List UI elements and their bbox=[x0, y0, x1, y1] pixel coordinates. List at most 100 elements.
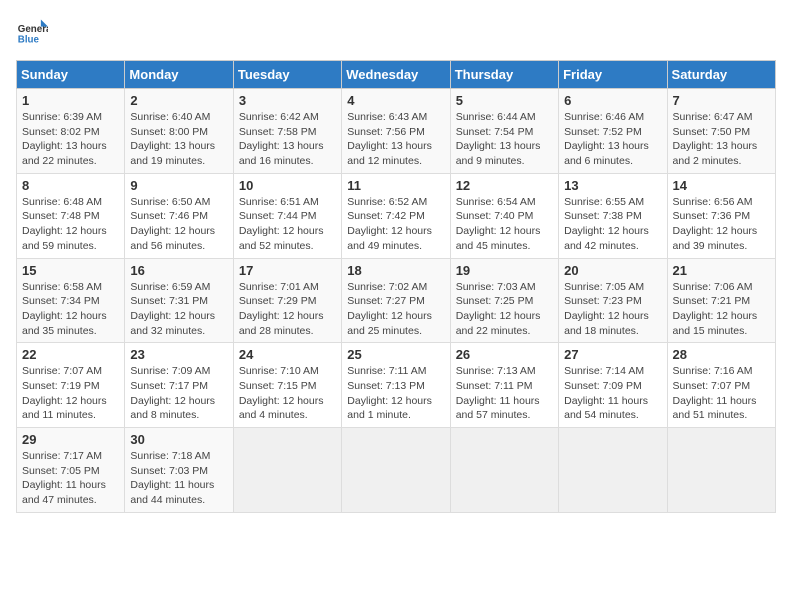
day-info: Sunrise: 7:13 AM Sunset: 7:11 PM Dayligh… bbox=[456, 364, 553, 423]
day-number: 17 bbox=[239, 263, 336, 278]
calendar-cell: 28 Sunrise: 7:16 AM Sunset: 7:07 PM Dayli… bbox=[667, 343, 775, 428]
day-number: 10 bbox=[239, 178, 336, 193]
calendar-cell: 16Sunrise: 6:59 AM Sunset: 7:31 PM Dayli… bbox=[125, 258, 233, 343]
day-number: 12 bbox=[456, 178, 553, 193]
calendar-cell: 12 Sunrise: 6:54 AM Sunset: 7:40 PM Dayli… bbox=[450, 173, 558, 258]
day-number: 23 bbox=[130, 347, 227, 362]
calendar-cell: 17 Sunrise: 7:01 AM Sunset: 7:29 PM Dayli… bbox=[233, 258, 341, 343]
day-number: 26 bbox=[456, 347, 553, 362]
calendar-week-5: 29Sunrise: 7:17 AM Sunset: 7:05 PM Dayli… bbox=[17, 428, 776, 513]
day-number: 27 bbox=[564, 347, 661, 362]
calendar-cell: 6Sunrise: 6:46 AM Sunset: 7:52 PM Daylig… bbox=[559, 89, 667, 174]
day-number: 15 bbox=[22, 263, 119, 278]
calendar-cell: 10 Sunrise: 6:51 AM Sunset: 7:44 PM Dayli… bbox=[233, 173, 341, 258]
day-info: Sunrise: 7:05 AM Sunset: 7:23 PM Dayligh… bbox=[564, 280, 661, 339]
calendar-cell: 13Sunrise: 6:55 AM Sunset: 7:38 PM Dayli… bbox=[559, 173, 667, 258]
calendar-cell: 4 Sunrise: 6:43 AM Sunset: 7:56 PM Daylig… bbox=[342, 89, 450, 174]
day-info: Sunrise: 7:06 AM Sunset: 7:21 PM Dayligh… bbox=[673, 280, 770, 339]
day-info: Sunrise: 6:52 AM Sunset: 7:42 PM Dayligh… bbox=[347, 195, 444, 254]
day-info: Sunrise: 7:07 AM Sunset: 7:19 PM Dayligh… bbox=[22, 364, 119, 423]
logo: General Blue bbox=[16, 16, 48, 48]
day-info: Sunrise: 6:58 AM Sunset: 7:34 PM Dayligh… bbox=[22, 280, 119, 339]
day-number: 30 bbox=[130, 432, 227, 447]
calendar-cell: 14Sunrise: 6:56 AM Sunset: 7:36 PM Dayli… bbox=[667, 173, 775, 258]
day-info: Sunrise: 6:54 AM Sunset: 7:40 PM Dayligh… bbox=[456, 195, 553, 254]
weekday-header-thursday: Thursday bbox=[450, 61, 558, 89]
day-info: Sunrise: 6:43 AM Sunset: 7:56 PM Dayligh… bbox=[347, 110, 444, 169]
day-info: Sunrise: 7:09 AM Sunset: 7:17 PM Dayligh… bbox=[130, 364, 227, 423]
weekday-header-sunday: Sunday bbox=[17, 61, 125, 89]
day-info: Sunrise: 7:17 AM Sunset: 7:05 PM Dayligh… bbox=[22, 449, 119, 508]
weekday-header-tuesday: Tuesday bbox=[233, 61, 341, 89]
day-info: Sunrise: 6:44 AM Sunset: 7:54 PM Dayligh… bbox=[456, 110, 553, 169]
day-info: Sunrise: 7:03 AM Sunset: 7:25 PM Dayligh… bbox=[456, 280, 553, 339]
day-info: Sunrise: 6:51 AM Sunset: 7:44 PM Dayligh… bbox=[239, 195, 336, 254]
weekday-header-wednesday: Wednesday bbox=[342, 61, 450, 89]
day-info: Sunrise: 7:02 AM Sunset: 7:27 PM Dayligh… bbox=[347, 280, 444, 339]
day-number: 22 bbox=[22, 347, 119, 362]
day-info: Sunrise: 6:46 AM Sunset: 7:52 PM Dayligh… bbox=[564, 110, 661, 169]
day-info: Sunrise: 6:48 AM Sunset: 7:48 PM Dayligh… bbox=[22, 195, 119, 254]
calendar-cell: 9 Sunrise: 6:50 AM Sunset: 7:46 PM Daylig… bbox=[125, 173, 233, 258]
day-info: Sunrise: 6:47 AM Sunset: 7:50 PM Dayligh… bbox=[673, 110, 770, 169]
calendar-cell: 21 Sunrise: 7:06 AM Sunset: 7:21 PM Dayli… bbox=[667, 258, 775, 343]
calendar-week-1: 1 Sunrise: 6:39 AM Sunset: 8:02 PM Daylig… bbox=[17, 89, 776, 174]
weekday-header-friday: Friday bbox=[559, 61, 667, 89]
day-number: 3 bbox=[239, 93, 336, 108]
day-number: 21 bbox=[673, 263, 770, 278]
calendar-cell: 30 Sunrise: 7:18 AM Sunset: 7:03 PM Dayli… bbox=[125, 428, 233, 513]
day-info: Sunrise: 6:40 AM Sunset: 8:00 PM Dayligh… bbox=[130, 110, 227, 169]
day-number: 24 bbox=[239, 347, 336, 362]
calendar-cell bbox=[450, 428, 558, 513]
day-info: Sunrise: 7:16 AM Sunset: 7:07 PM Dayligh… bbox=[673, 364, 770, 423]
calendar-cell: 27 Sunrise: 7:14 AM Sunset: 7:09 PM Dayli… bbox=[559, 343, 667, 428]
day-number: 4 bbox=[347, 93, 444, 108]
day-info: Sunrise: 6:39 AM Sunset: 8:02 PM Dayligh… bbox=[22, 110, 119, 169]
day-number: 2 bbox=[130, 93, 227, 108]
day-info: Sunrise: 7:14 AM Sunset: 7:09 PM Dayligh… bbox=[564, 364, 661, 423]
calendar-cell: 11 Sunrise: 6:52 AM Sunset: 7:42 PM Dayli… bbox=[342, 173, 450, 258]
calendar-cell: 29Sunrise: 7:17 AM Sunset: 7:05 PM Dayli… bbox=[17, 428, 125, 513]
day-number: 20 bbox=[564, 263, 661, 278]
page-header: General Blue bbox=[16, 16, 776, 48]
calendar-cell: 20 Sunrise: 7:05 AM Sunset: 7:23 PM Dayli… bbox=[559, 258, 667, 343]
calendar-cell: 24 Sunrise: 7:10 AM Sunset: 7:15 PM Dayli… bbox=[233, 343, 341, 428]
calendar-cell: 7Sunrise: 6:47 AM Sunset: 7:50 PM Daylig… bbox=[667, 89, 775, 174]
day-info: Sunrise: 6:50 AM Sunset: 7:46 PM Dayligh… bbox=[130, 195, 227, 254]
calendar-cell: 19 Sunrise: 7:03 AM Sunset: 7:25 PM Dayli… bbox=[450, 258, 558, 343]
day-info: Sunrise: 6:55 AM Sunset: 7:38 PM Dayligh… bbox=[564, 195, 661, 254]
calendar-cell: 8 Sunrise: 6:48 AM Sunset: 7:48 PM Daylig… bbox=[17, 173, 125, 258]
day-info: Sunrise: 6:42 AM Sunset: 7:58 PM Dayligh… bbox=[239, 110, 336, 169]
calendar-table: SundayMondayTuesdayWednesdayThursdayFrid… bbox=[16, 60, 776, 513]
day-info: Sunrise: 7:10 AM Sunset: 7:15 PM Dayligh… bbox=[239, 364, 336, 423]
calendar-week-3: 15 Sunrise: 6:58 AM Sunset: 7:34 PM Dayli… bbox=[17, 258, 776, 343]
day-number: 11 bbox=[347, 178, 444, 193]
calendar-cell bbox=[667, 428, 775, 513]
svg-text:Blue: Blue bbox=[18, 35, 40, 46]
day-info: Sunrise: 7:11 AM Sunset: 7:13 PM Dayligh… bbox=[347, 364, 444, 423]
calendar-cell: 22 Sunrise: 7:07 AM Sunset: 7:19 PM Dayli… bbox=[17, 343, 125, 428]
calendar-cell: 26 Sunrise: 7:13 AM Sunset: 7:11 PM Dayli… bbox=[450, 343, 558, 428]
day-number: 18 bbox=[347, 263, 444, 278]
day-number: 28 bbox=[673, 347, 770, 362]
day-number: 25 bbox=[347, 347, 444, 362]
calendar-cell: 1 Sunrise: 6:39 AM Sunset: 8:02 PM Daylig… bbox=[17, 89, 125, 174]
day-info: Sunrise: 7:01 AM Sunset: 7:29 PM Dayligh… bbox=[239, 280, 336, 339]
day-number: 19 bbox=[456, 263, 553, 278]
day-number: 1 bbox=[22, 93, 119, 108]
weekday-header-monday: Monday bbox=[125, 61, 233, 89]
day-number: 8 bbox=[22, 178, 119, 193]
calendar-cell: 15 Sunrise: 6:58 AM Sunset: 7:34 PM Dayli… bbox=[17, 258, 125, 343]
calendar-cell: 5 Sunrise: 6:44 AM Sunset: 7:54 PM Daylig… bbox=[450, 89, 558, 174]
day-number: 5 bbox=[456, 93, 553, 108]
calendar-cell bbox=[233, 428, 341, 513]
day-number: 9 bbox=[130, 178, 227, 193]
calendar-cell: 2 Sunrise: 6:40 AM Sunset: 8:00 PM Daylig… bbox=[125, 89, 233, 174]
day-info: Sunrise: 7:18 AM Sunset: 7:03 PM Dayligh… bbox=[130, 449, 227, 508]
calendar-cell: 3 Sunrise: 6:42 AM Sunset: 7:58 PM Daylig… bbox=[233, 89, 341, 174]
calendar-cell bbox=[342, 428, 450, 513]
calendar-cell: 25 Sunrise: 7:11 AM Sunset: 7:13 PM Dayli… bbox=[342, 343, 450, 428]
day-number: 16 bbox=[130, 263, 227, 278]
calendar-cell bbox=[559, 428, 667, 513]
logo-icon: General Blue bbox=[16, 16, 48, 48]
